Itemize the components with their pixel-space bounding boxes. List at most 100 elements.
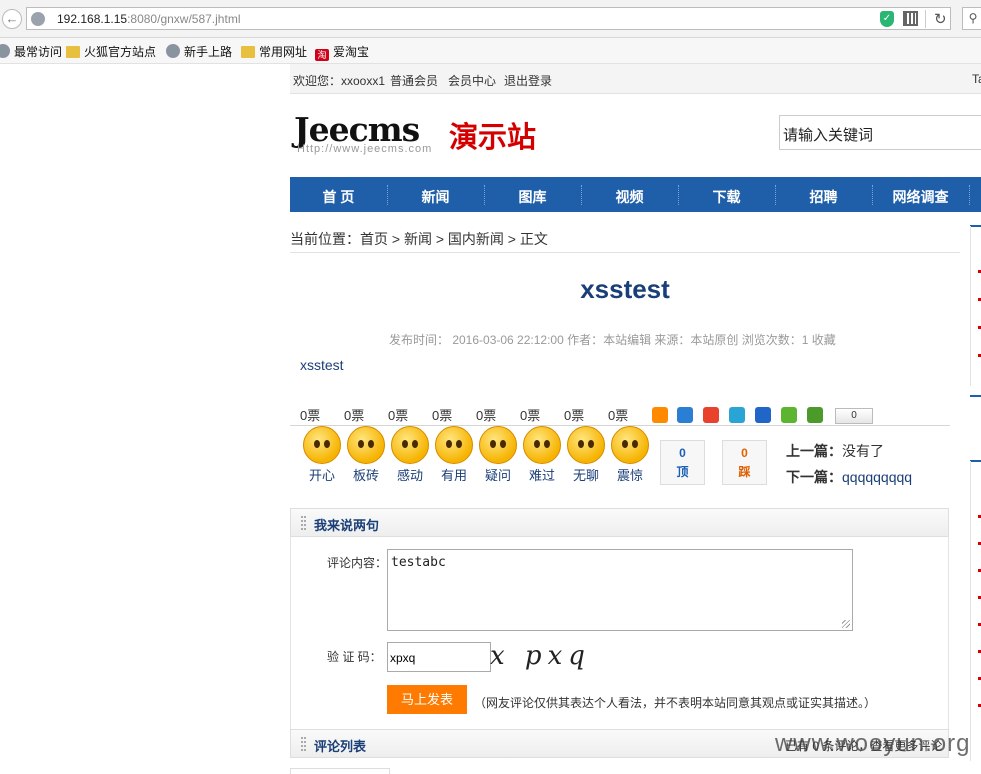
watermark: www.wooyun.org [775, 730, 971, 757]
share-weibo-icon[interactable] [703, 407, 719, 423]
divider [290, 425, 950, 426]
resize-grip-icon[interactable] [842, 620, 850, 628]
mood-happy[interactable]: 0票开心 [300, 405, 344, 484]
bookmark-label: 新手上路 [184, 45, 233, 59]
up-label: 顶 [676, 465, 689, 479]
mood-brick[interactable]: 0票 板砖 [344, 405, 388, 484]
captcha-input[interactable]: xpxq [387, 642, 491, 672]
mood-bored[interactable]: 0票无聊 [564, 405, 608, 484]
member-type-link[interactable]: 普通会员 [390, 72, 438, 89]
down-label: 踩 [738, 465, 751, 479]
mood-question[interactable]: 0票疑问 [476, 405, 520, 484]
bookmark-aitaobao[interactable]: 淘爱淘宝 [315, 43, 369, 61]
angry-face-icon[interactable] [347, 426, 385, 464]
section-title: 评论列表 [314, 739, 367, 754]
bookmark-common-sites[interactable]: 常用网址 [241, 43, 307, 60]
nav-jobs[interactable]: 招聘 [775, 187, 872, 207]
site-topbar: 欢迎您：xxooxx1 普通会员 会员中心 退出登录 Ta [290, 64, 981, 94]
site-info-icon[interactable] [31, 12, 45, 26]
captcha-image[interactable]: x pxq [490, 641, 591, 671]
share-count: 0 [835, 408, 873, 424]
share-kaixin-icon[interactable] [781, 407, 797, 423]
comment-disclaimer: （网友评论仅供其表达个人看法，并不表明本站同意其观点或证实其描述。） [474, 696, 877, 710]
prev-article: 上一篇：没有了 [786, 441, 884, 461]
shocked-face-icon[interactable] [611, 426, 649, 464]
prev-link[interactable]: 没有了 [842, 443, 884, 459]
mood-count: 0票 [520, 408, 541, 423]
globe-icon [0, 44, 10, 58]
comment-textarea[interactable]: testabc [387, 549, 853, 631]
bookmark-getting-started[interactable]: 新手上路 [166, 43, 232, 60]
url-text: 192.168.1.15:8080/gnxw/587.jhtml [57, 12, 240, 26]
bookmark-most-visited[interactable]: 最常访问 [0, 43, 62, 60]
breadcrumb[interactable]: 当前位置：首页 > 新闻 > 国内新闻 > 正文 [290, 229, 548, 249]
url-field[interactable]: 192.168.1.15:8080/gnxw/587.jhtml ✓ ↻ [26, 7, 951, 30]
mood-label: 难过 [528, 468, 555, 483]
site-search-input[interactable]: 请输入关键词 [779, 115, 981, 150]
welcome-text: 欢迎您：xxooxx1 [293, 74, 386, 88]
mood-sad[interactable]: 0票难过 [520, 405, 564, 484]
nav-gallery[interactable]: 图库 [484, 187, 581, 207]
up-vote-button[interactable]: 0顶 [660, 440, 705, 485]
happy-face-icon[interactable] [303, 426, 341, 464]
useful-face-icon[interactable] [435, 426, 473, 464]
up-count: 0 [679, 446, 686, 460]
back-button[interactable]: ← [2, 9, 22, 29]
qr-code-icon[interactable] [903, 11, 918, 26]
mood-label: 无聊 [572, 468, 599, 483]
sad-face-icon[interactable] [523, 426, 561, 464]
mood-label: 疑问 [484, 468, 511, 483]
divider [290, 252, 960, 253]
nav-download[interactable]: 下载 [678, 187, 775, 207]
mood-count: 0票 [564, 408, 585, 423]
browser-search-icon[interactable]: ⚲ [962, 7, 981, 30]
mood-label: 有用 [440, 468, 467, 483]
bookmarks-bar: 最常访问 火狐官方站点 新手上路 常用网址 淘爱淘宝 [0, 38, 981, 64]
comment-text: testabc [391, 555, 446, 570]
touched-face-icon[interactable] [391, 426, 429, 464]
question-face-icon[interactable] [479, 426, 517, 464]
security-shield-icon[interactable]: ✓ [880, 11, 894, 27]
bored-face-icon[interactable] [567, 426, 605, 464]
share-tencent-icon[interactable] [729, 407, 745, 423]
mood-count: 0票 [476, 408, 497, 423]
topbar-right-link[interactable]: Ta [972, 72, 981, 86]
bookmark-label: 火狐官方站点 [84, 45, 157, 59]
nav-divider [969, 185, 970, 205]
next-link[interactable]: qqqqqqqqq [842, 469, 912, 485]
next-article: 下一篇：qqqqqqqqq [786, 467, 912, 487]
sidebar-box [970, 226, 981, 386]
comment-list-body [290, 768, 390, 774]
nav-video[interactable]: 视频 [581, 187, 678, 207]
url-path: :8080/gnxw/587.jhtml [127, 12, 241, 26]
share-qzone-icon[interactable] [677, 407, 693, 423]
member-center-link[interactable]: 会员中心 [448, 72, 496, 89]
taobao-icon: 淘 [315, 49, 329, 61]
bookmark-label: 常用网址 [259, 45, 308, 59]
nav-news[interactable]: 新闻 [387, 187, 484, 207]
bookmark-firefox-official[interactable]: 火狐官方站点 [66, 43, 156, 60]
logout-link[interactable]: 退出登录 [504, 72, 552, 89]
share-renren-icon[interactable] [755, 407, 771, 423]
mood-count: 0票 [300, 408, 321, 423]
mood-shocked[interactable]: 0票 震惊 [608, 405, 652, 484]
mood-label: 开心 [308, 468, 335, 483]
mood-label: 板砖 [352, 468, 379, 483]
site-name: 演示站 [449, 122, 537, 154]
down-vote-button[interactable]: 0踩 [722, 440, 767, 485]
mood-useful[interactable]: 0票有用 [432, 405, 476, 484]
article-body: xsstest [300, 357, 344, 373]
submit-comment-button[interactable]: 马上发表 [387, 685, 467, 714]
grip-icon [301, 516, 306, 530]
bookmark-label: 最常访问 [14, 45, 63, 59]
nav-survey[interactable]: 网络调查 [872, 187, 969, 207]
mood-touched[interactable]: 0票 感动 [388, 405, 432, 484]
next-label: 下一篇： [786, 469, 842, 485]
reload-icon[interactable]: ↻ [934, 10, 947, 28]
nav-home[interactable]: 首 页 [290, 187, 387, 207]
article-title: xsstest [580, 274, 670, 304]
share-douban-icon[interactable] [807, 407, 823, 423]
mood-count: 0票 [432, 408, 453, 423]
section-title: 我来说两句 [314, 518, 380, 533]
share-more-icon[interactable] [652, 407, 668, 423]
